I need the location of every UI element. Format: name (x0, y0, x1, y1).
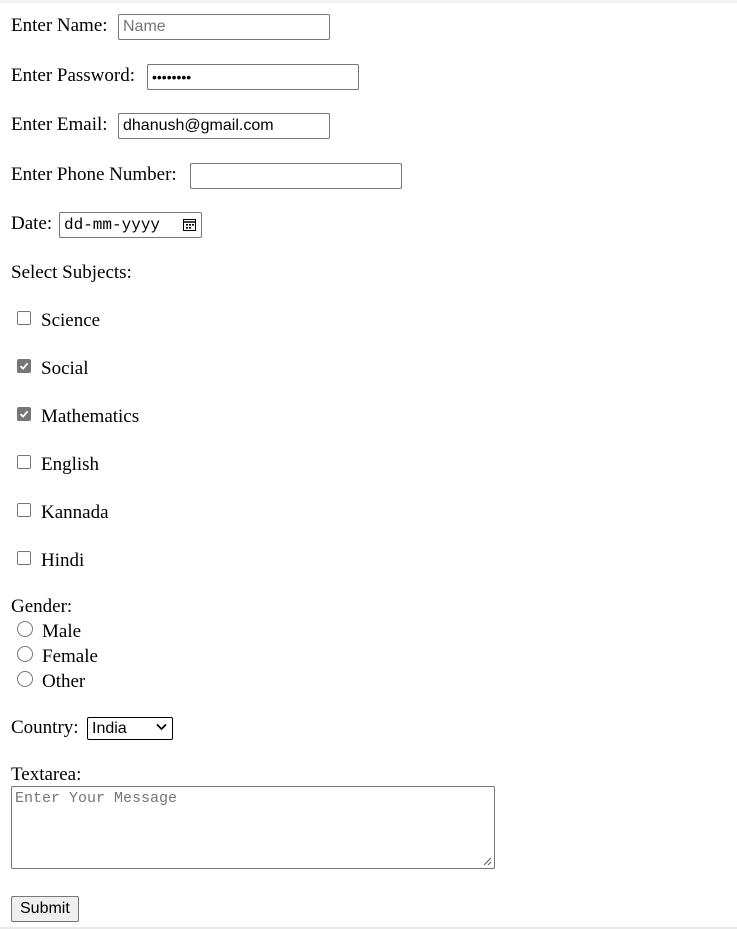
chevron-down-icon (156, 723, 167, 731)
subject-science-label: Science (41, 310, 101, 331)
password-label: Enter Password: (11, 65, 136, 86)
radio-male[interactable] (17, 621, 33, 637)
radio-female[interactable] (17, 646, 33, 662)
gender-other-label: Other (42, 671, 86, 692)
checkmark-icon (19, 362, 29, 370)
checkbox-kannada[interactable] (17, 503, 31, 517)
phone-input[interactable] (190, 163, 402, 189)
name-label: Enter Name: (11, 15, 108, 36)
gender-label: Gender: (11, 596, 73, 617)
message-textarea[interactable]: Enter Your Message (11, 786, 495, 869)
name-placeholder: Name (123, 18, 166, 35)
calendar-icon[interactable] (183, 218, 196, 231)
gender-female-label: Female (42, 646, 98, 667)
country-selected-value: India (92, 720, 127, 737)
subject-kannada-label: Kannada (41, 502, 109, 523)
name-input[interactable]: Name (118, 14, 330, 40)
subject-english-label: English (41, 454, 100, 475)
date-placeholder: dd-mm-yyyy (64, 216, 161, 234)
top-edge (0, 0, 737, 3)
checkmark-icon (19, 410, 29, 418)
resize-grip-icon[interactable] (483, 857, 492, 866)
email-input[interactable]: dhanush@gmail.com (118, 113, 330, 139)
email-value: dhanush@gmail.com (123, 117, 274, 134)
submit-button[interactable]: Submit (11, 896, 79, 922)
country-label: Country: (11, 717, 79, 738)
checkbox-science[interactable] (17, 311, 31, 325)
date-input[interactable]: dd-mm-yyyy (59, 212, 202, 238)
subjects-label: Select Subjects: (11, 262, 132, 283)
subject-mathematics-label: Mathematics (41, 406, 140, 427)
subject-social-label: Social (41, 358, 89, 379)
message-placeholder: Enter Your Message (15, 790, 178, 807)
textarea-label: Textarea: (11, 764, 82, 785)
subject-hindi-label: Hindi (41, 550, 85, 571)
phone-label: Enter Phone Number: (11, 164, 177, 185)
checkbox-mathematics[interactable] (17, 407, 31, 421)
gender-male-label: Male (42, 621, 82, 642)
country-select[interactable]: India (87, 717, 173, 740)
radio-other[interactable] (17, 671, 33, 687)
password-value: •••••••• (152, 69, 192, 85)
checkbox-hindi[interactable] (17, 551, 31, 565)
checkbox-social[interactable] (17, 359, 31, 373)
date-label: Date: (11, 213, 53, 234)
password-input[interactable]: •••••••• (147, 64, 359, 90)
checkbox-english[interactable] (17, 455, 31, 469)
email-label: Enter Email: (11, 114, 108, 135)
